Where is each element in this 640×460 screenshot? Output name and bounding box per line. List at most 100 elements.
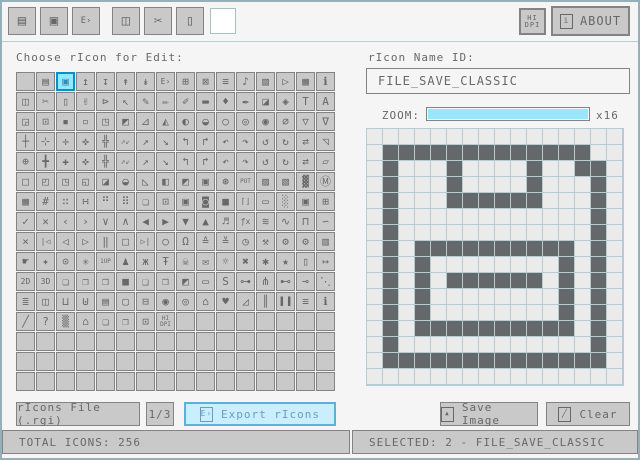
export-file-button[interactable]: E› <box>72 7 100 35</box>
canvas-pixel-7-7[interactable] <box>479 241 495 257</box>
canvas-pixel-1-10[interactable] <box>383 289 399 305</box>
canvas-pixel-11-2[interactable] <box>543 161 559 177</box>
canvas-pixel-5-12[interactable] <box>447 321 463 337</box>
canvas-pixel-12-10[interactable] <box>559 289 575 305</box>
canvas-pixel-6-14[interactable] <box>463 353 479 369</box>
grid-icon-empty[interactable] <box>276 372 295 391</box>
canvas-pixel-8-5[interactable] <box>495 209 511 225</box>
canvas-pixel-9-6[interactable] <box>511 225 527 241</box>
canvas-pixel-13-1[interactable] <box>575 145 591 161</box>
canvas-pixel-3-5[interactable] <box>415 209 431 225</box>
grid-icon-player-stop[interactable]: □ <box>116 232 135 251</box>
grid-icon-box-multisize[interactable]: ❏ <box>136 192 155 211</box>
grid-icon-empty[interactable] <box>296 332 315 351</box>
canvas-pixel-8-9[interactable] <box>495 273 511 289</box>
canvas-pixel-13-11[interactable] <box>575 305 591 321</box>
grid-icon-reredo-fill[interactable]: ↶ <box>216 152 235 171</box>
grid-icon-none[interactable] <box>16 72 35 91</box>
grid-icon-crack-points[interactable]: ✱ <box>256 252 275 271</box>
canvas-pixel-15-0[interactable] <box>607 129 623 145</box>
grid-icon-empty[interactable] <box>136 372 155 391</box>
grid-icon-rubber[interactable]: ◪ <box>256 92 275 111</box>
grid-icon-box-bottom-left[interactable]: ◺ <box>136 172 155 191</box>
canvas-pixel-7-5[interactable] <box>479 209 495 225</box>
grid-icon-mutate-fill[interactable]: ↷ <box>236 152 255 171</box>
grid-icon-box-concentric[interactable]: ▣ <box>296 192 315 211</box>
grid-icon-empty[interactable] <box>276 352 295 371</box>
canvas-pixel-1-15[interactable] <box>383 369 399 385</box>
canvas-pixel-2-14[interactable] <box>399 353 415 369</box>
canvas-pixel-2-12[interactable] <box>399 321 415 337</box>
grid-icon-square-toggle[interactable]: ⊿ <box>136 112 155 131</box>
grid-icon-symmetry-vertical[interactable]: ◒ <box>196 112 215 131</box>
grid-icon-target-point[interactable]: ┼ <box>16 132 35 151</box>
grid-icon-zoom-center[interactable]: ⌈⌋ <box>236 192 255 211</box>
canvas-pixel-6-9[interactable] <box>463 273 479 289</box>
canvas-pixel-7-12[interactable] <box>479 321 495 337</box>
grid-icon-mode-3d[interactable]: 3D <box>36 272 55 291</box>
canvas-pixel-4-12[interactable] <box>431 321 447 337</box>
canvas-pixel-12-12[interactable] <box>559 321 575 337</box>
grid-icon-symmetry-horizontal[interactable]: ◐ <box>176 112 195 131</box>
grid-icon-shuffle-fill[interactable]: ⇄ <box>296 152 315 171</box>
grid-icon-empty[interactable] <box>116 372 135 391</box>
canvas-pixel-6-11[interactable] <box>463 305 479 321</box>
canvas-pixel-15-4[interactable] <box>607 193 623 209</box>
grid-icon-empty[interactable] <box>236 352 255 371</box>
canvas-pixel-4-13[interactable] <box>431 337 447 353</box>
grid-icon-cross-small[interactable]: × <box>16 232 35 251</box>
canvas-pixel-2-4[interactable] <box>399 193 415 209</box>
grid-icon-cube[interactable]: ❏ <box>56 272 75 291</box>
canvas-pixel-7-2[interactable] <box>479 161 495 177</box>
grid-icon-reredo[interactable]: ↶ <box>216 132 235 151</box>
canvas-pixel-9-11[interactable] <box>511 305 527 321</box>
canvas-pixel-3-13[interactable] <box>415 337 431 353</box>
canvas-pixel-0-11[interactable] <box>367 305 383 321</box>
grid-icon-box-top[interactable]: ◰ <box>36 172 55 191</box>
grid-icon-lock-close[interactable]: ≙ <box>196 232 215 251</box>
canvas-pixel-7-8[interactable] <box>479 257 495 273</box>
canvas-pixel-2-9[interactable] <box>399 273 415 289</box>
grid-icon-box-dots-small[interactable]: ▭ <box>256 192 275 211</box>
canvas-pixel-10-8[interactable] <box>527 257 543 273</box>
grid-icon-target-big-fill[interactable]: ✚ <box>56 152 75 171</box>
canvas-pixel-8-11[interactable] <box>495 305 511 321</box>
canvas-pixel-15-5[interactable] <box>607 209 623 225</box>
grid-icon-empty[interactable] <box>96 372 115 391</box>
canvas-pixel-13-6[interactable] <box>575 225 591 241</box>
grid-icon-dithering[interactable]: ▓ <box>296 172 315 191</box>
canvas-pixel-13-3[interactable] <box>575 177 591 193</box>
canvas-pixel-13-10[interactable] <box>575 289 591 305</box>
grid-icon-file-save-classic[interactable]: ▣ <box>56 72 75 91</box>
grid-icon-scale[interactable]: ◲ <box>16 112 35 131</box>
canvas-pixel-9-0[interactable] <box>511 129 527 145</box>
grid-icon-fx[interactable]: ƒx <box>236 212 255 231</box>
canvas-pixel-6-4[interactable] <box>463 193 479 209</box>
canvas-pixel-0-13[interactable] <box>367 337 383 353</box>
canvas-pixel-0-9[interactable] <box>367 273 383 289</box>
grid-icon-cube-face-top[interactable]: ❐ <box>76 272 95 291</box>
grid-icon-filetype-info[interactable]: ℹ <box>316 72 335 91</box>
grid-icon-cursor-scale-right[interactable]: ↗ <box>136 132 155 151</box>
grid-icon-repeat[interactable]: ↻ <box>276 132 295 151</box>
grid-icon-empty[interactable] <box>196 372 215 391</box>
grid-icon-empty[interactable] <box>56 332 75 351</box>
canvas-pixel-0-3[interactable] <box>367 177 383 193</box>
canvas-pixel-3-11[interactable] <box>415 305 431 321</box>
canvas-pixel-7-15[interactable] <box>479 369 495 385</box>
grid-icon-empty[interactable] <box>56 352 75 371</box>
canvas-pixel-1-9[interactable] <box>383 273 399 289</box>
canvas-pixel-14-7[interactable] <box>591 241 607 257</box>
canvas-pixel-0-1[interactable] <box>367 145 383 161</box>
grid-icon-door[interactable]: ▯ <box>296 252 315 271</box>
grid-icon-empty[interactable] <box>76 352 95 371</box>
grid-icon-empty[interactable] <box>256 352 275 371</box>
canvas-pixel-13-12[interactable] <box>575 321 591 337</box>
canvas-pixel-13-5[interactable] <box>575 209 591 225</box>
grid-icon-box-top-left[interactable]: ◩ <box>176 172 195 191</box>
grid-icon-empty[interactable] <box>196 332 215 351</box>
grid-icon-vertical-bars-fill[interactable]: ▌▐ <box>276 292 295 311</box>
canvas-pixel-14-8[interactable] <box>591 257 607 273</box>
grid-icon-lens-big[interactable]: ◎ <box>236 112 255 131</box>
grid-icon-zoom-medium[interactable]: ▣ <box>176 192 195 211</box>
